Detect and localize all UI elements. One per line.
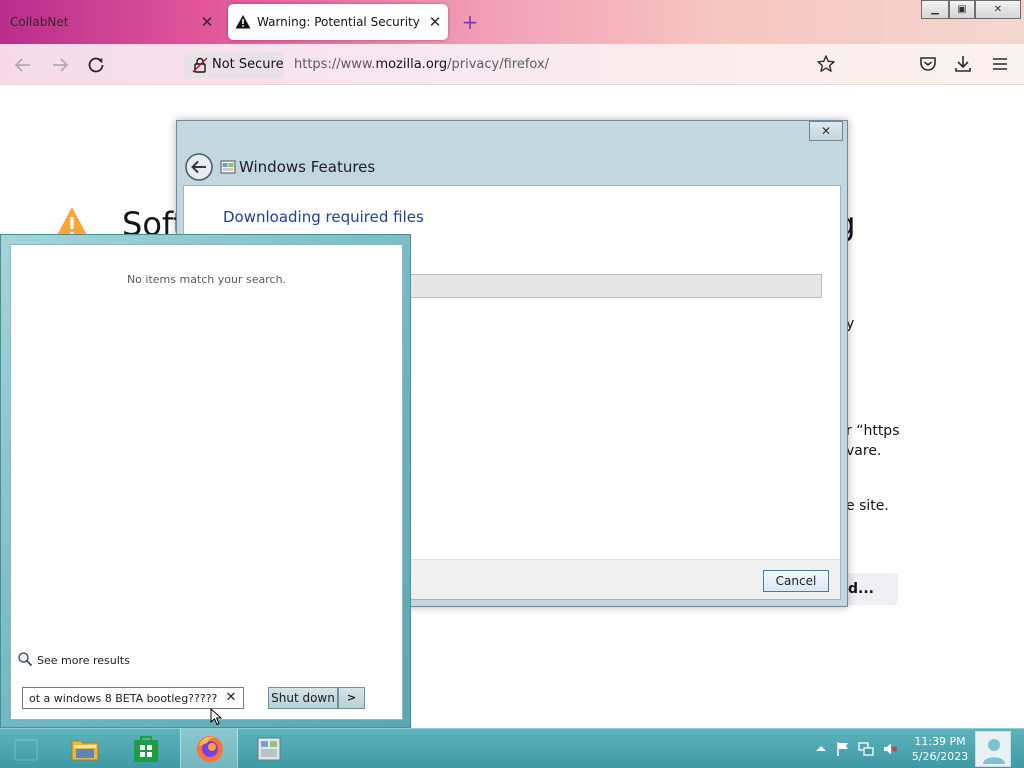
url-path: /privacy/firefox/ [447,57,550,72]
warning-icon [235,15,251,29]
start-search-input[interactable]: ot a windows 8 BETA bootleg????? ✕ [22,687,244,709]
advanced-button[interactable]: d... [842,573,898,605]
bookmark-star-icon[interactable] [816,54,836,74]
browser-tab-bar: CollabNet ✕ Warning: Potential Security … [0,0,1024,44]
download-status-heading: Downloading required files [223,208,424,226]
insecure-lock-icon [192,57,208,73]
system-clock[interactable]: 11:39 PM 5/26/2023 [906,734,974,764]
file-explorer-icon [71,740,99,761]
tab-title: CollabNet [10,15,69,29]
taskbar-firefox[interactable] [180,729,238,768]
security-label: Not Secure [212,57,284,72]
start-search-pane: No items match your search. See more res… [0,234,411,728]
tab-collabnet[interactable]: CollabNet ✕ [0,4,222,40]
user-avatar-icon [983,739,1005,764]
address-bar[interactable]: Not Secure https://www.mozilla.org/priva… [180,50,840,80]
firefox-icon [197,736,223,762]
back-arrow-icon[interactable] [11,53,35,77]
shut-down-button[interactable]: Shut down [268,687,338,709]
user-account-tile[interactable] [975,731,1011,767]
shut-down-options-button[interactable]: > [338,687,365,709]
url-host: mozilla.org [375,57,448,72]
new-tab-button[interactable]: + [460,12,480,32]
magnifier-icon [18,652,33,667]
store-icon [134,736,158,762]
dialog-close-button[interactable]: ✕ [809,121,843,141]
close-window-button[interactable]: ✕ [975,0,1021,19]
minimize-button[interactable]: ▁ [921,0,949,19]
pocket-icon[interactable] [918,53,938,75]
page-text-fragment: r “https [846,423,900,439]
taskbar: 11:39 PM 5/26/2023 [0,728,1024,768]
dialog-title: Windows Features [239,158,376,176]
volume-muted-icon[interactable] [882,741,898,757]
page-text-fragment: e site. [846,498,889,514]
see-more-results-link[interactable]: See more results [37,654,130,667]
clear-search-button[interactable]: ✕ [223,690,239,706]
page-text-fragment: vare. [846,443,882,459]
url-text[interactable]: https://www.mozilla.org/privacy/firefox/ [294,57,549,72]
url-prefix: https://www. [294,57,376,72]
maximize-button[interactable]: ▣ [949,0,975,19]
download-icon[interactable] [953,53,973,75]
start-button-icon[interactable] [14,739,38,761]
tab-title: Warning: Potential Security Risk [257,15,421,29]
back-circle-icon[interactable] [184,152,214,182]
cancel-button[interactable]: Cancel [763,570,829,592]
action-center-flag-icon[interactable] [835,741,851,757]
network-icon[interactable] [858,741,874,757]
search-results-area: No items match your search. See more res… [10,244,403,720]
taskbar-store[interactable] [117,729,175,768]
clock-time: 11:39 PM [914,735,966,748]
taskbar-file-explorer[interactable] [56,729,114,768]
windows-features-taskbar-icon [257,737,281,761]
mouse-cursor-icon [210,708,222,726]
navigation-toolbar: Not Secure https://www.mozilla.org/priva… [0,44,1024,85]
clock-date: 5/26/2023 [911,750,969,763]
reload-icon[interactable] [84,53,108,77]
menu-hamburger-icon[interactable] [990,53,1010,75]
tab-close-button[interactable]: ✕ [198,13,216,31]
site-security-button[interactable]: Not Secure [184,52,284,78]
show-hidden-icons-icon[interactable] [813,741,829,757]
no-results-message: No items match your search. [126,273,287,286]
forward-arrow-icon[interactable] [48,53,72,77]
windows-features-icon [220,160,236,174]
search-query-text: ot a windows 8 BETA bootleg????? [29,692,218,705]
tab-close-button[interactable]: ✕ [426,13,444,31]
tab-security-warning[interactable]: Warning: Potential Security Risk ✕ [228,4,448,40]
taskbar-windows-features[interactable] [241,729,299,768]
